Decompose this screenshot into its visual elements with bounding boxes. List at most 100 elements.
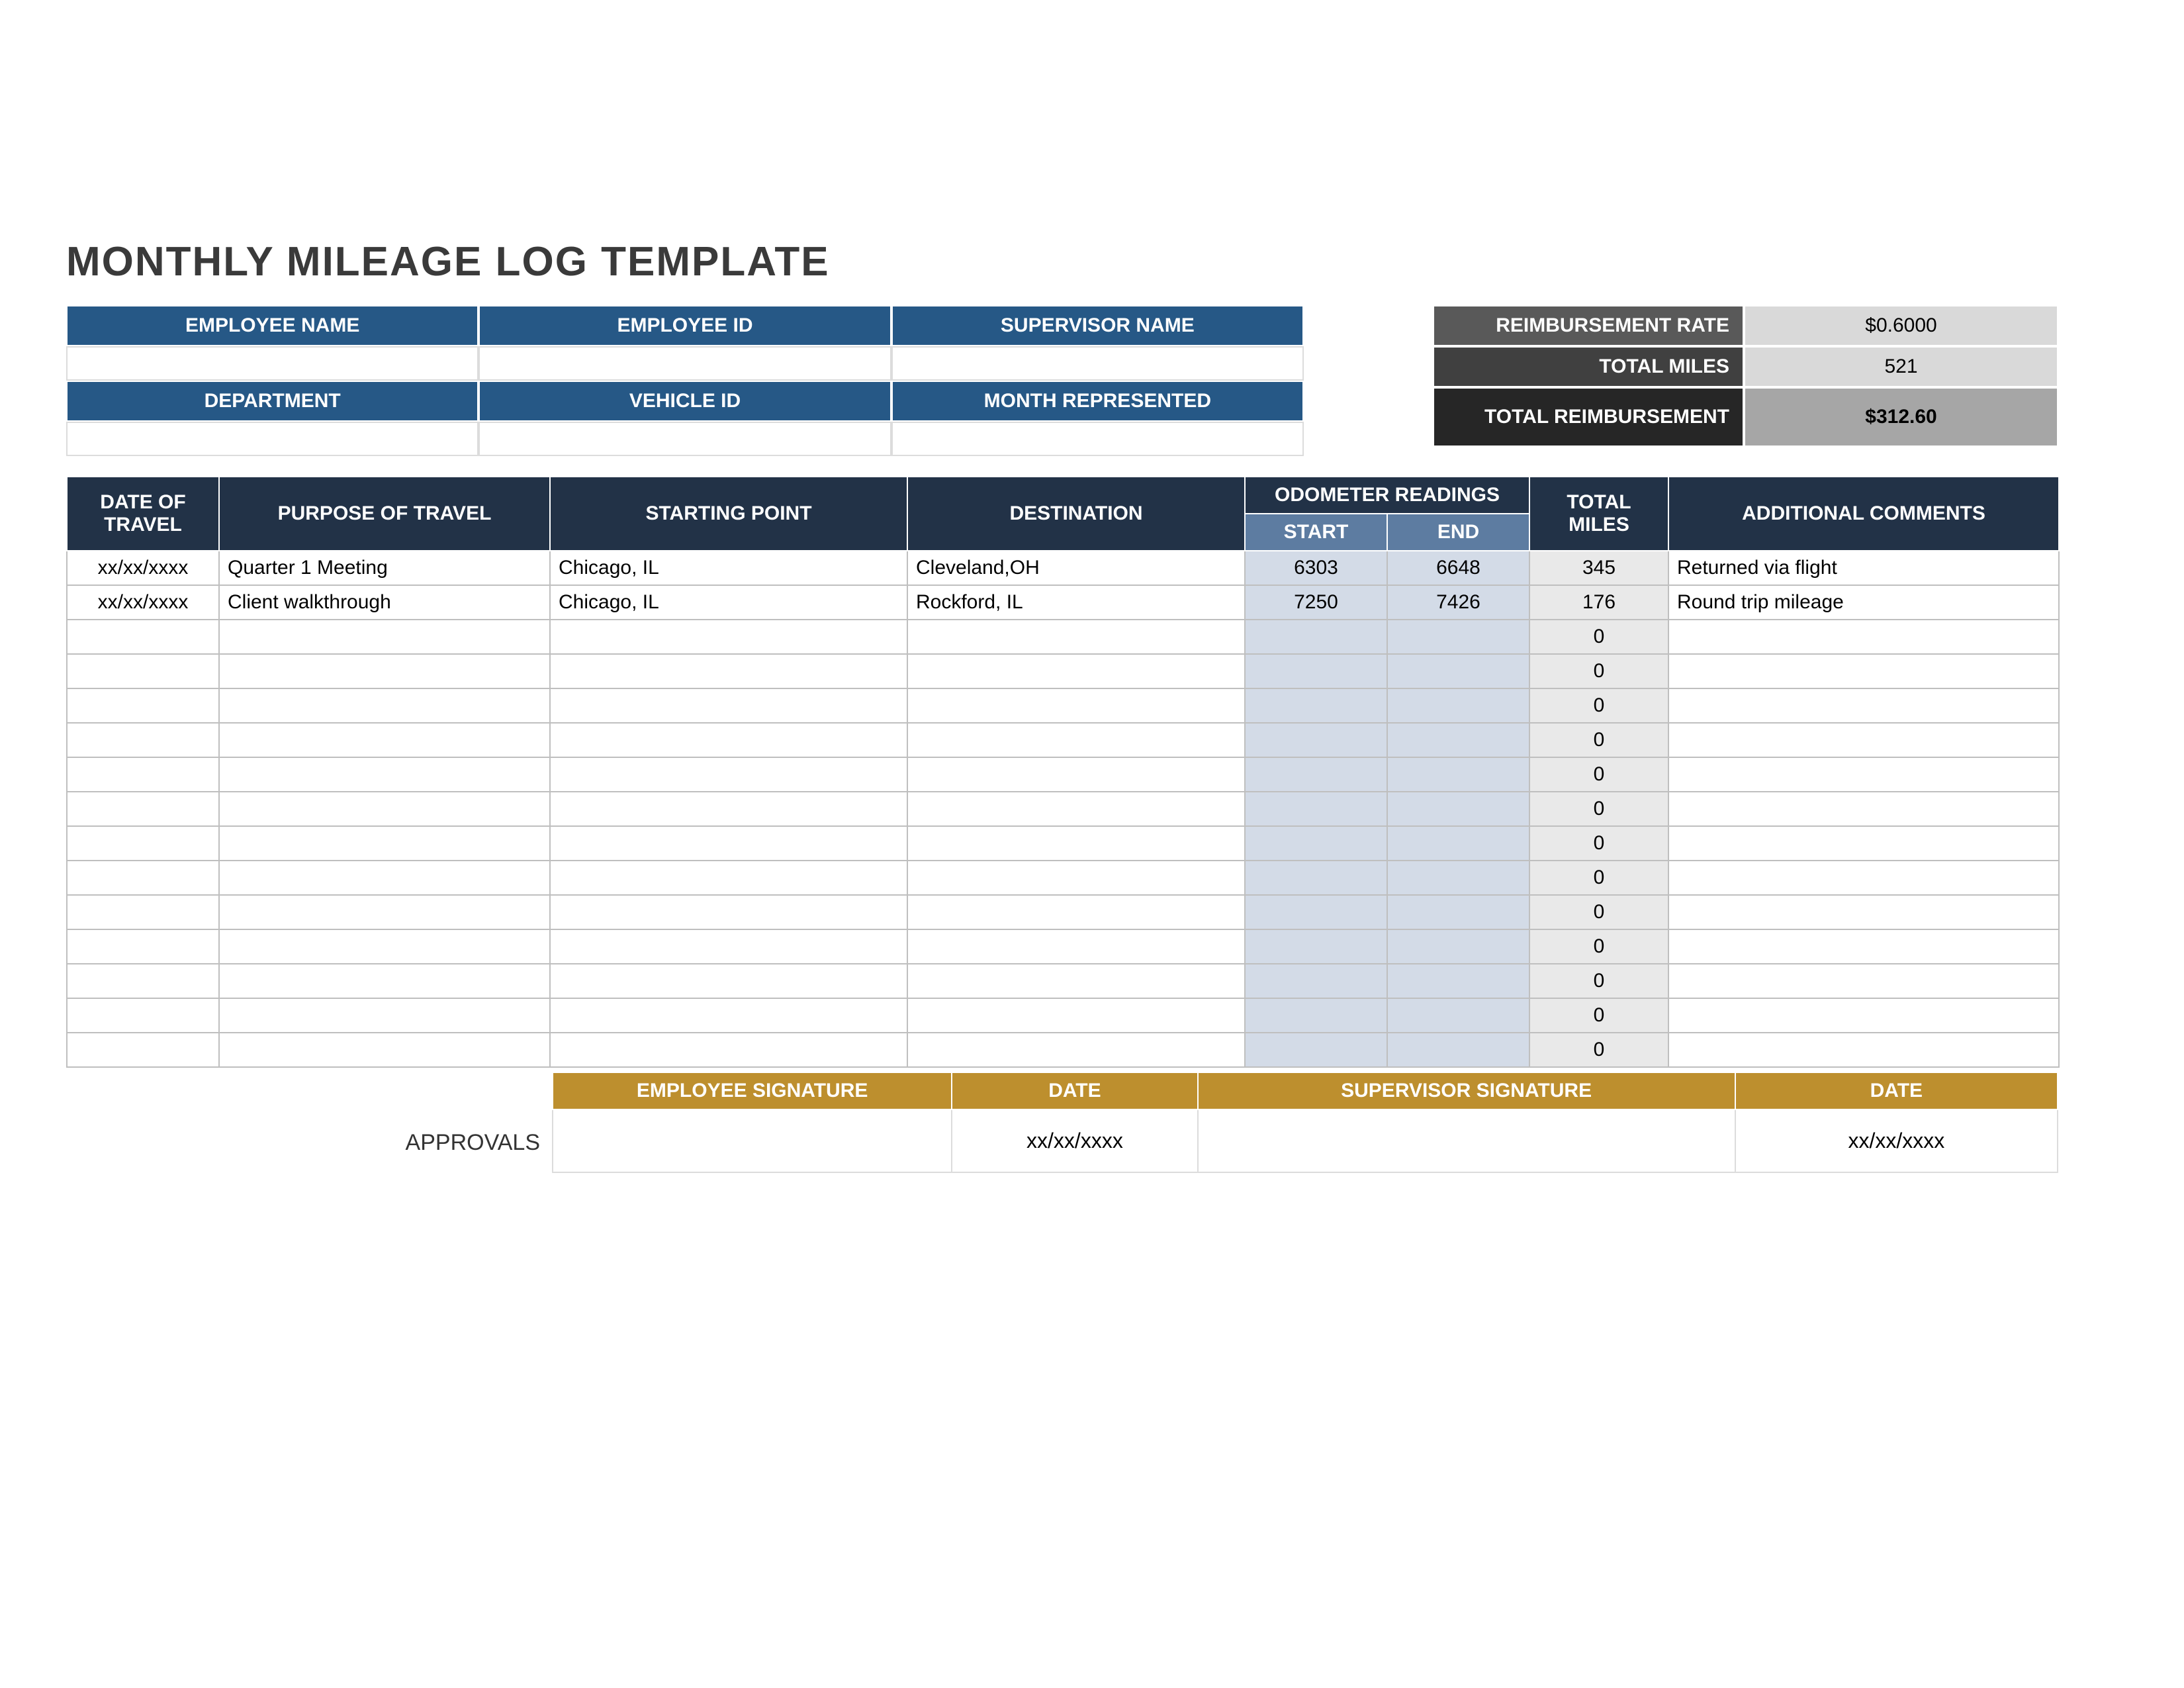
cell-date[interactable] [67,688,219,723]
cell-comments[interactable] [1668,688,2059,723]
cell-purpose[interactable] [219,654,550,688]
cell-purpose[interactable] [219,964,550,998]
cell-starting[interactable]: Chicago, IL [550,585,907,620]
employee-date-field[interactable]: xx/xx/xxxx [952,1109,1197,1172]
cell-starting[interactable] [550,895,907,929]
cell-purpose[interactable]: Quarter 1 Meeting [219,551,550,585]
cell-date[interactable] [67,654,219,688]
cell-odometer-end[interactable]: 6648 [1387,551,1529,585]
cell-destination[interactable] [907,826,1245,861]
cell-starting[interactable] [550,998,907,1033]
cell-odometer-start[interactable] [1245,826,1387,861]
cell-date[interactable] [67,1033,219,1067]
cell-purpose[interactable] [219,757,550,792]
cell-destination[interactable] [907,861,1245,895]
cell-odometer-start[interactable]: 7250 [1245,585,1387,620]
cell-purpose[interactable] [219,826,550,861]
cell-odometer-end[interactable] [1387,792,1529,826]
cell-odometer-start[interactable] [1245,1033,1387,1067]
cell-odometer-start[interactable] [1245,998,1387,1033]
cell-comments[interactable] [1668,792,2059,826]
cell-purpose[interactable] [219,998,550,1033]
cell-date[interactable] [67,826,219,861]
cell-starting[interactable] [550,929,907,964]
cell-date[interactable] [67,620,219,654]
cell-comments[interactable]: Returned via flight [1668,551,2059,585]
cell-starting[interactable] [550,654,907,688]
cell-destination[interactable] [907,688,1245,723]
cell-odometer-end[interactable] [1387,757,1529,792]
cell-odometer-start[interactable] [1245,929,1387,964]
cell-starting[interactable] [550,688,907,723]
cell-comments[interactable] [1668,964,2059,998]
cell-date[interactable] [67,895,219,929]
cell-destination[interactable] [907,1033,1245,1067]
cell-starting[interactable] [550,964,907,998]
supervisor-date-field[interactable]: xx/xx/xxxx [1735,1109,2058,1172]
employee-signature-field[interactable] [553,1109,952,1172]
department-field[interactable] [66,422,478,456]
cell-starting[interactable] [550,723,907,757]
cell-purpose[interactable] [219,861,550,895]
cell-comments[interactable] [1668,998,2059,1033]
cell-starting[interactable] [550,861,907,895]
cell-destination[interactable] [907,723,1245,757]
cell-odometer-end[interactable] [1387,688,1529,723]
cell-destination[interactable] [907,895,1245,929]
cell-starting[interactable] [550,792,907,826]
cell-date[interactable]: xx/xx/xxxx [67,585,219,620]
cell-comments[interactable] [1668,654,2059,688]
cell-odometer-start[interactable] [1245,654,1387,688]
cell-purpose[interactable] [219,723,550,757]
cell-comments[interactable] [1668,826,2059,861]
cell-date[interactable] [67,861,219,895]
vehicle-id-field[interactable] [478,422,891,456]
cell-purpose[interactable] [219,792,550,826]
cell-destination[interactable] [907,998,1245,1033]
cell-odometer-end[interactable] [1387,620,1529,654]
cell-odometer-start[interactable] [1245,792,1387,826]
cell-comments[interactable] [1668,1033,2059,1067]
cell-starting[interactable]: Chicago, IL [550,551,907,585]
cell-odometer-start[interactable] [1245,620,1387,654]
supervisor-name-field[interactable] [891,346,1304,381]
cell-odometer-end[interactable] [1387,929,1529,964]
cell-purpose[interactable] [219,929,550,964]
cell-odometer-end[interactable] [1387,1033,1529,1067]
cell-odometer-end[interactable] [1387,998,1529,1033]
cell-odometer-end[interactable] [1387,861,1529,895]
cell-comments[interactable] [1668,620,2059,654]
cell-destination[interactable] [907,792,1245,826]
cell-purpose[interactable]: Client walkthrough [219,585,550,620]
employee-name-field[interactable] [66,346,478,381]
cell-destination[interactable]: Cleveland,OH [907,551,1245,585]
month-field[interactable] [891,422,1304,456]
cell-comments[interactable] [1668,895,2059,929]
cell-odometer-start[interactable] [1245,723,1387,757]
cell-odometer-start[interactable] [1245,895,1387,929]
cell-destination[interactable] [907,620,1245,654]
cell-odometer-start[interactable] [1245,964,1387,998]
cell-comments[interactable] [1668,723,2059,757]
cell-starting[interactable] [550,826,907,861]
cell-odometer-start[interactable] [1245,688,1387,723]
cell-date[interactable] [67,964,219,998]
employee-id-field[interactable] [478,346,891,381]
cell-odometer-end[interactable]: 7426 [1387,585,1529,620]
cell-purpose[interactable] [219,620,550,654]
cell-comments[interactable] [1668,929,2059,964]
cell-odometer-end[interactable] [1387,654,1529,688]
cell-date[interactable] [67,792,219,826]
cell-odometer-start[interactable] [1245,757,1387,792]
cell-comments[interactable]: Round trip mileage [1668,585,2059,620]
cell-date[interactable] [67,757,219,792]
cell-destination[interactable] [907,757,1245,792]
cell-odometer-end[interactable] [1387,895,1529,929]
cell-destination[interactable] [907,929,1245,964]
cell-purpose[interactable] [219,1033,550,1067]
cell-date[interactable] [67,929,219,964]
cell-date[interactable]: xx/xx/xxxx [67,551,219,585]
cell-destination[interactable]: Rockford, IL [907,585,1245,620]
cell-destination[interactable] [907,654,1245,688]
cell-odometer-end[interactable] [1387,964,1529,998]
